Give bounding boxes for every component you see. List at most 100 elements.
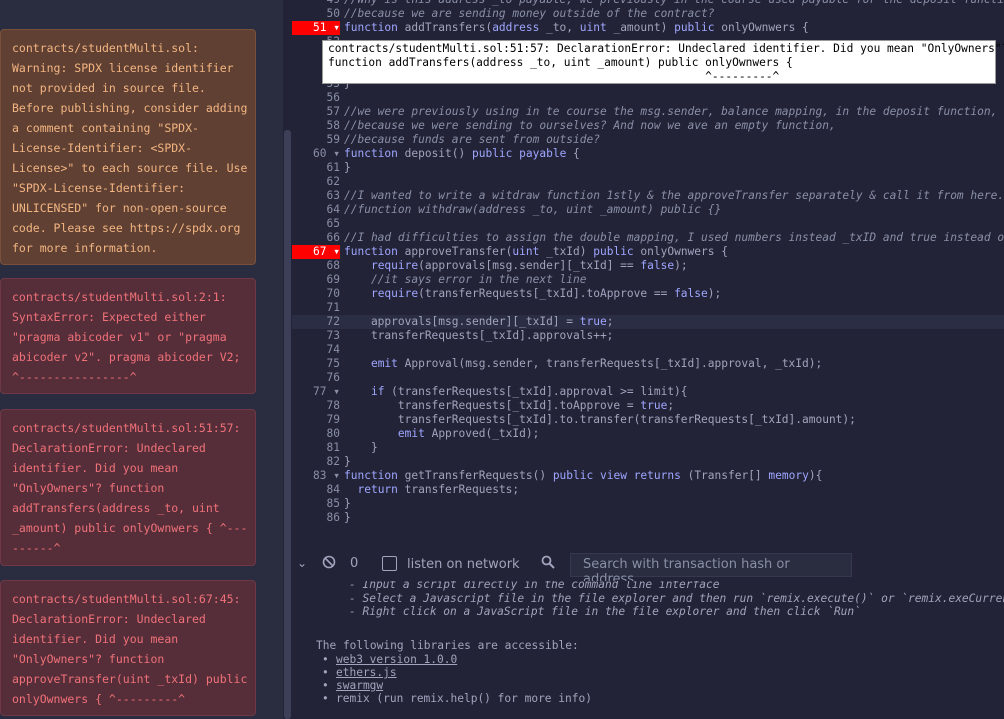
code-line[interactable]: 73 transferRequests[_txId].approvals++;: [292, 329, 1004, 343]
code-line[interactable]: 75 emit Approval(msg.sender, transferReq…: [292, 357, 1004, 371]
line-number[interactable]: 60 ▾: [292, 147, 340, 161]
warning-message[interactable]: contracts/studentMulti.sol: Warning: SPD…: [0, 29, 256, 265]
terminal-output: - Input a script directly in the command…: [292, 581, 1004, 719]
code-line[interactable]: 81 }: [292, 441, 1004, 455]
code-line[interactable]: 58 //because we were sending to ourselves…: [292, 119, 1004, 133]
breakpoint-line-number[interactable]: 67 ▾: [292, 245, 340, 259]
clear-console-icon[interactable]: [322, 555, 336, 573]
code-line[interactable]: 64 //function withdraw(address _to, uint …: [292, 203, 1004, 217]
code-line[interactable]: 84 return transferRequests;: [292, 483, 1004, 497]
line-number[interactable]: 84: [292, 483, 340, 497]
library-link-swarmgw[interactable]: swarmgw: [336, 679, 383, 692]
code-line[interactable]: 62: [292, 175, 1004, 189]
line-number[interactable]: 75: [292, 357, 340, 371]
code-line[interactable]: 70 require(transferRequests[_txId].toApp…: [292, 287, 1004, 301]
code-line[interactable]: 60 ▾ function deposit() public payable {: [292, 147, 1004, 161]
line-number[interactable]: 56: [292, 91, 340, 105]
bullet: •: [322, 679, 329, 692]
code-line[interactable]: 76: [292, 371, 1004, 385]
code-text: //I wanted to write a witdraw function 1…: [344, 189, 1004, 202]
line-number[interactable]: 85: [292, 497, 340, 511]
code-line[interactable]: 74: [292, 343, 1004, 357]
line-number[interactable]: 64: [292, 203, 340, 217]
code-line[interactable]: 86}: [292, 511, 1004, 525]
line-number[interactable]: 66: [292, 231, 340, 245]
libraries-title: The following libraries are accessible:: [316, 639, 579, 652]
code-line[interactable]: 57 //we were previously using in te cours…: [292, 105, 1004, 119]
scrollbar-thumb[interactable]: [284, 130, 291, 719]
line-number[interactable]: 59: [292, 133, 340, 147]
terminal-toolbar: ⌄ 0 listen on network Search with transa…: [292, 548, 1004, 587]
code-line[interactable]: 67 ▾ function approveTransfer(uint _txId)…: [292, 245, 1004, 259]
line-number[interactable]: 76: [292, 371, 340, 385]
code-line[interactable]: 56: [292, 91, 1004, 105]
listen-checkbox[interactable]: [382, 556, 397, 571]
code-line[interactable]: 66 //I had difficulties to assign the dou…: [292, 231, 1004, 245]
line-number[interactable]: 70: [292, 287, 340, 301]
code-line[interactable]: 63 //I wanted to write a witdraw function…: [292, 189, 1004, 203]
code-text: function addTransfers(address _to, uint …: [344, 21, 809, 34]
line-number[interactable]: 77 ▾: [292, 385, 340, 399]
listen-label: listen on network: [407, 557, 520, 572]
code-line[interactable]: 65: [292, 217, 1004, 231]
code-text: transferRequests[_txId].approvals++;: [344, 329, 614, 342]
line-number[interactable]: 62: [292, 175, 340, 189]
code-line[interactable]: 68 require(approvals[msg.sender][_txId] …: [292, 259, 1004, 273]
collapse-chevron-icon[interactable]: ⌄: [297, 556, 307, 570]
code-line[interactable]: 82}: [292, 455, 1004, 469]
code-line[interactable]: 61}: [292, 161, 1004, 175]
code-line[interactable]: 72 approvals[msg.sender][_txId] = true;: [292, 315, 1004, 329]
line-number[interactable]: 79: [292, 413, 340, 427]
line-number[interactable]: 86: [292, 511, 340, 525]
line-number[interactable]: 49: [292, 0, 340, 7]
library-link-web3[interactable]: web3 version 1.0.0: [336, 653, 457, 666]
code-line[interactable]: 51 ▾ function addTransfers(address _to, u…: [292, 21, 1004, 35]
line-number[interactable]: 58: [292, 119, 340, 133]
line-number[interactable]: 61: [292, 161, 340, 175]
line-number[interactable]: 72: [292, 315, 340, 329]
panel-scrollbar[interactable]: [283, 0, 292, 719]
error-message[interactable]: contracts/studentMulti.sol:67:45: Declar…: [0, 580, 256, 716]
code-text: //because we were sending to ourselves? …: [344, 119, 836, 132]
code-line[interactable]: 83 ▾ function getTransferRequests() publi…: [292, 469, 1004, 483]
code-line[interactable]: 71: [292, 301, 1004, 315]
line-number[interactable]: 80: [292, 427, 340, 441]
code-line[interactable]: 79 transferRequests[_txId].to.transfer(t…: [292, 413, 1004, 427]
code-line[interactable]: 77 ▾ if (transferRequests[_txId].approva…: [292, 385, 1004, 399]
code-text: emit Approval(msg.sender, transferReques…: [370, 357, 823, 370]
line-number[interactable]: 65: [292, 217, 340, 231]
code-text: transferRequests[_txId].toApprove = true…: [344, 399, 675, 412]
line-number[interactable]: 73: [292, 329, 340, 343]
line-number[interactable]: 83 ▾: [292, 469, 340, 483]
code-line[interactable]: 59 //because funds are sent from outside?: [292, 133, 1004, 147]
code-line[interactable]: 49 //Why is this address _to payable, we …: [292, 0, 1004, 7]
line-number[interactable]: 50: [292, 7, 340, 21]
breakpoint-line-number[interactable]: 51 ▾: [292, 21, 340, 35]
line-number[interactable]: 57: [292, 105, 340, 119]
error-message[interactable]: contracts/studentMulti.sol:2:1: SyntaxEr…: [0, 278, 256, 394]
library-link-ethers[interactable]: ethers.js: [336, 666, 397, 679]
error-message[interactable]: contracts/studentMulti.sol:51:57: Declar…: [0, 409, 256, 566]
code-text: }: [344, 455, 351, 468]
line-number[interactable]: 78: [292, 399, 340, 413]
line-number[interactable]: 68: [292, 259, 340, 273]
code-text: }: [344, 511, 351, 524]
code-text: function approveTransfer(uint _txId) pub…: [344, 245, 728, 258]
transaction-search-input[interactable]: Search with transaction hash or address: [570, 553, 852, 587]
code-line[interactable]: 85}: [292, 497, 1004, 511]
error-tooltip: contracts/studentMulti.sol:51:57: Declar…: [322, 40, 1004, 84]
code-line[interactable]: 50 //because we are sending money outside…: [292, 7, 1004, 21]
code-line[interactable]: 78 transferRequests[_txId].toApprove = t…: [292, 399, 1004, 413]
code-line[interactable]: 69 //it says error in the next line: [292, 273, 1004, 287]
code-text: //function withdraw(address _to, uint _a…: [344, 203, 722, 216]
line-number[interactable]: 82: [292, 455, 340, 469]
line-number[interactable]: 71: [292, 301, 340, 315]
line-number[interactable]: 74: [292, 343, 340, 357]
code-line[interactable]: 80 emit Approved(_txId);: [292, 427, 1004, 441]
remix-help-line: remix (run remix.help() for more info): [336, 692, 592, 705]
code-text: }: [344, 161, 351, 174]
line-number[interactable]: 69: [292, 273, 340, 287]
line-number[interactable]: 81: [292, 441, 340, 455]
line-number[interactable]: 63: [292, 189, 340, 203]
code-text: //because funds are sent from outside?: [344, 133, 600, 146]
